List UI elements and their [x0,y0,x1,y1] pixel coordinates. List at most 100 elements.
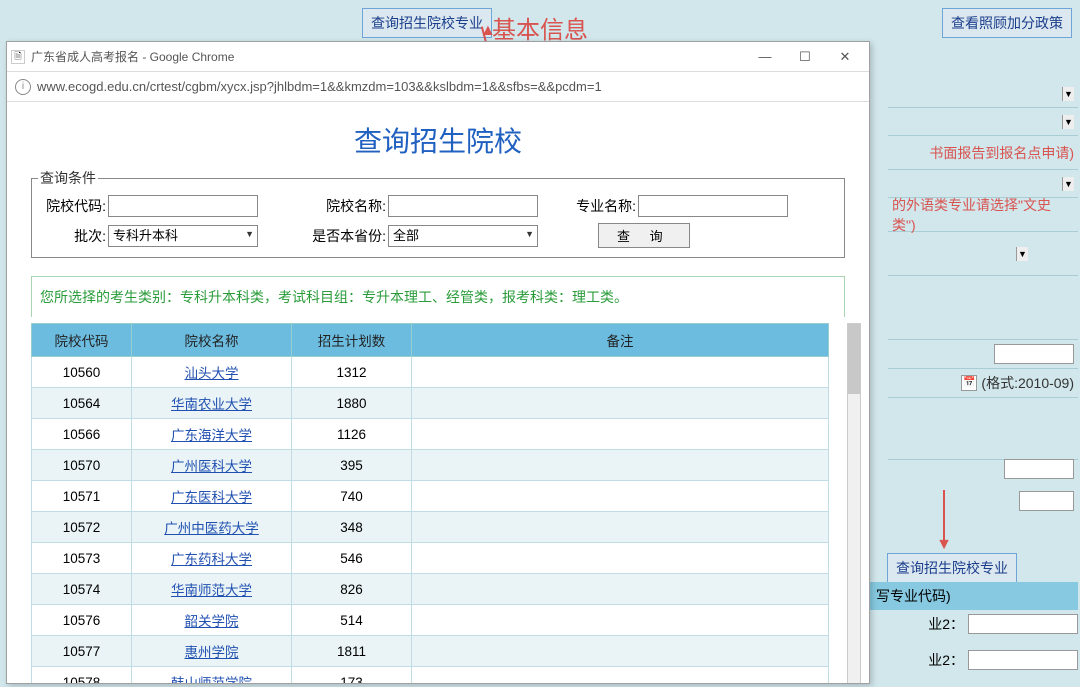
calendar-icon[interactable]: 📅 [961,375,977,391]
dropdown-icon[interactable]: ▼ [1016,247,1028,261]
red-arrow-down-line [943,490,945,540]
cell-remark [412,388,829,419]
cell-code: 10571 [32,481,132,512]
bg-input[interactable] [1019,491,1074,511]
cell-name[interactable]: 广东药科大学 [132,543,292,574]
bg-lower-panel [878,455,1078,515]
cell-name[interactable]: 广州医科大学 [132,450,292,481]
cell-remark [412,605,829,636]
cell-plan: 1880 [292,388,412,419]
cell-code: 10572 [32,512,132,543]
popup-title: 查询招生院校 [7,102,869,168]
cell-name[interactable]: 广东医科大学 [132,481,292,512]
page-icon: 🗎 [11,50,25,64]
cell-name[interactable]: 韶关学院 [132,605,292,636]
cell-plan: 826 [292,574,412,605]
cell-remark [412,450,829,481]
major2-label: 业2： [928,614,964,634]
red-hint-2: 的外语类专业请选择"文史类") [892,195,1074,235]
is-local-select[interactable]: 全部 [388,225,538,247]
result-table: 院校代码 院校名称 招生计划数 备注 10560汕头大学131210564华南农… [31,323,829,683]
major2-input[interactable] [968,614,1078,634]
cell-name[interactable]: 华南农业大学 [132,388,292,419]
selection-summary: 您所选择的考生类别：专科升本科类，考试科目组：专升本理工、经管类，报考科类：理工… [31,276,845,317]
cell-name[interactable]: 广州中医药大学 [132,512,292,543]
popup-content: 查询招生院校 查询条件 院校代码: 院校名称: 专业名称: 批次: 专科升本科 … [7,102,869,683]
maximize-button[interactable]: ☐ [785,43,825,71]
view-policy-button[interactable]: 查看照顾加分政策 [942,8,1072,38]
cell-code: 10570 [32,450,132,481]
school-name-input[interactable] [388,195,538,217]
table-row: 10566广东海洋大学1126 [32,419,829,450]
query-school-major-button[interactable]: 查询招生院校专业 [362,8,492,38]
bg-input[interactable] [1004,459,1074,479]
info-icon[interactable]: i [15,79,31,95]
address-bar[interactable]: i www.ecogd.edu.cn/crtest/cgbm/xycx.jsp?… [7,72,869,102]
query-school-major-button-2[interactable]: 查询招生院校专业 [887,553,1017,583]
table-row: 10574华南师范大学826 [32,574,829,605]
minimize-button[interactable]: — [745,43,785,71]
dropdown-icon[interactable]: ▼ [1062,115,1074,129]
cell-remark [412,481,829,512]
cell-plan: 546 [292,543,412,574]
result-area: 院校代码 院校名称 招生计划数 备注 10560汕头大学131210564华南农… [31,323,845,683]
bg-page-title: 基本信息 [492,10,588,45]
query-button[interactable]: 查 询 [598,223,690,248]
dropdown-icon[interactable]: ▼ [1062,87,1074,101]
cell-remark [412,667,829,684]
cell-plan: 1811 [292,636,412,667]
cell-code: 10574 [32,574,132,605]
chrome-titlebar: 🗎 广东省成人高考报名 - Google Chrome — ☐ ✕ [7,42,869,72]
date-format-hint: (格式:2010-09) [981,373,1074,393]
school-link: 广州中医药大学 [164,521,259,536]
major2-label-b: 业2： [928,650,964,670]
dropdown-icon[interactable]: ▼ [1062,177,1074,191]
batch-label: 批次: [38,226,108,246]
cell-name[interactable]: 汕头大学 [132,357,292,388]
major-name-input[interactable] [638,195,788,217]
scrollbar[interactable] [847,323,861,683]
cell-remark [412,636,829,667]
close-button[interactable]: ✕ [825,43,865,71]
is-local-label: 是否本省份: [258,226,388,246]
school-link: 广州医科大学 [171,459,252,474]
cell-name[interactable]: 惠州学院 [132,636,292,667]
cell-plan: 1312 [292,357,412,388]
th-code: 院校代码 [32,324,132,357]
th-remark: 备注 [412,324,829,357]
table-row: 10576韶关学院514 [32,605,829,636]
school-link: 华南农业大学 [171,397,252,412]
cell-plan: 173 [292,667,412,684]
school-code-label: 院校代码: [38,196,108,216]
school-link: 惠州学院 [185,645,239,660]
cell-name[interactable]: 华南师范大学 [132,574,292,605]
cell-name[interactable]: 广东海洋大学 [132,419,292,450]
school-link: 汕头大学 [185,366,239,381]
table-row: 10564华南农业大学1880 [32,388,829,419]
cell-name[interactable]: 韩山师范学院 [132,667,292,684]
fieldset-legend: 查询条件 [38,168,98,188]
cell-remark [412,574,829,605]
major-code-hint-bar: 写专业代码) [868,582,1078,610]
cell-remark [412,419,829,450]
major-name-label: 专业名称: [538,196,638,216]
school-name-label: 院校名称: [258,196,388,216]
bg-side-panel: ▼ ▼ 书面报告到报名点申请) ▼ 的外语类专业请选择"文史类") ▼ 📅(格式… [888,80,1078,460]
table-row: 10573广东药科大学546 [32,543,829,574]
cell-plan: 514 [292,605,412,636]
cell-plan: 395 [292,450,412,481]
table-row: 10560汕头大学1312 [32,357,829,388]
th-name: 院校名称 [132,324,292,357]
scrollbar-thumb[interactable] [848,324,860,394]
cell-remark [412,543,829,574]
cell-code: 10573 [32,543,132,574]
cell-code: 10577 [32,636,132,667]
school-link: 韶关学院 [185,614,239,629]
bg-input[interactable] [994,344,1074,364]
major2-input-b[interactable] [968,650,1078,670]
th-plan: 招生计划数 [292,324,412,357]
table-row: 10578韩山师范学院173 [32,667,829,684]
red-hint-1: 书面报告到报名点申请) [929,143,1074,163]
school-code-input[interactable] [108,195,258,217]
batch-select[interactable]: 专科升本科 [108,225,258,247]
